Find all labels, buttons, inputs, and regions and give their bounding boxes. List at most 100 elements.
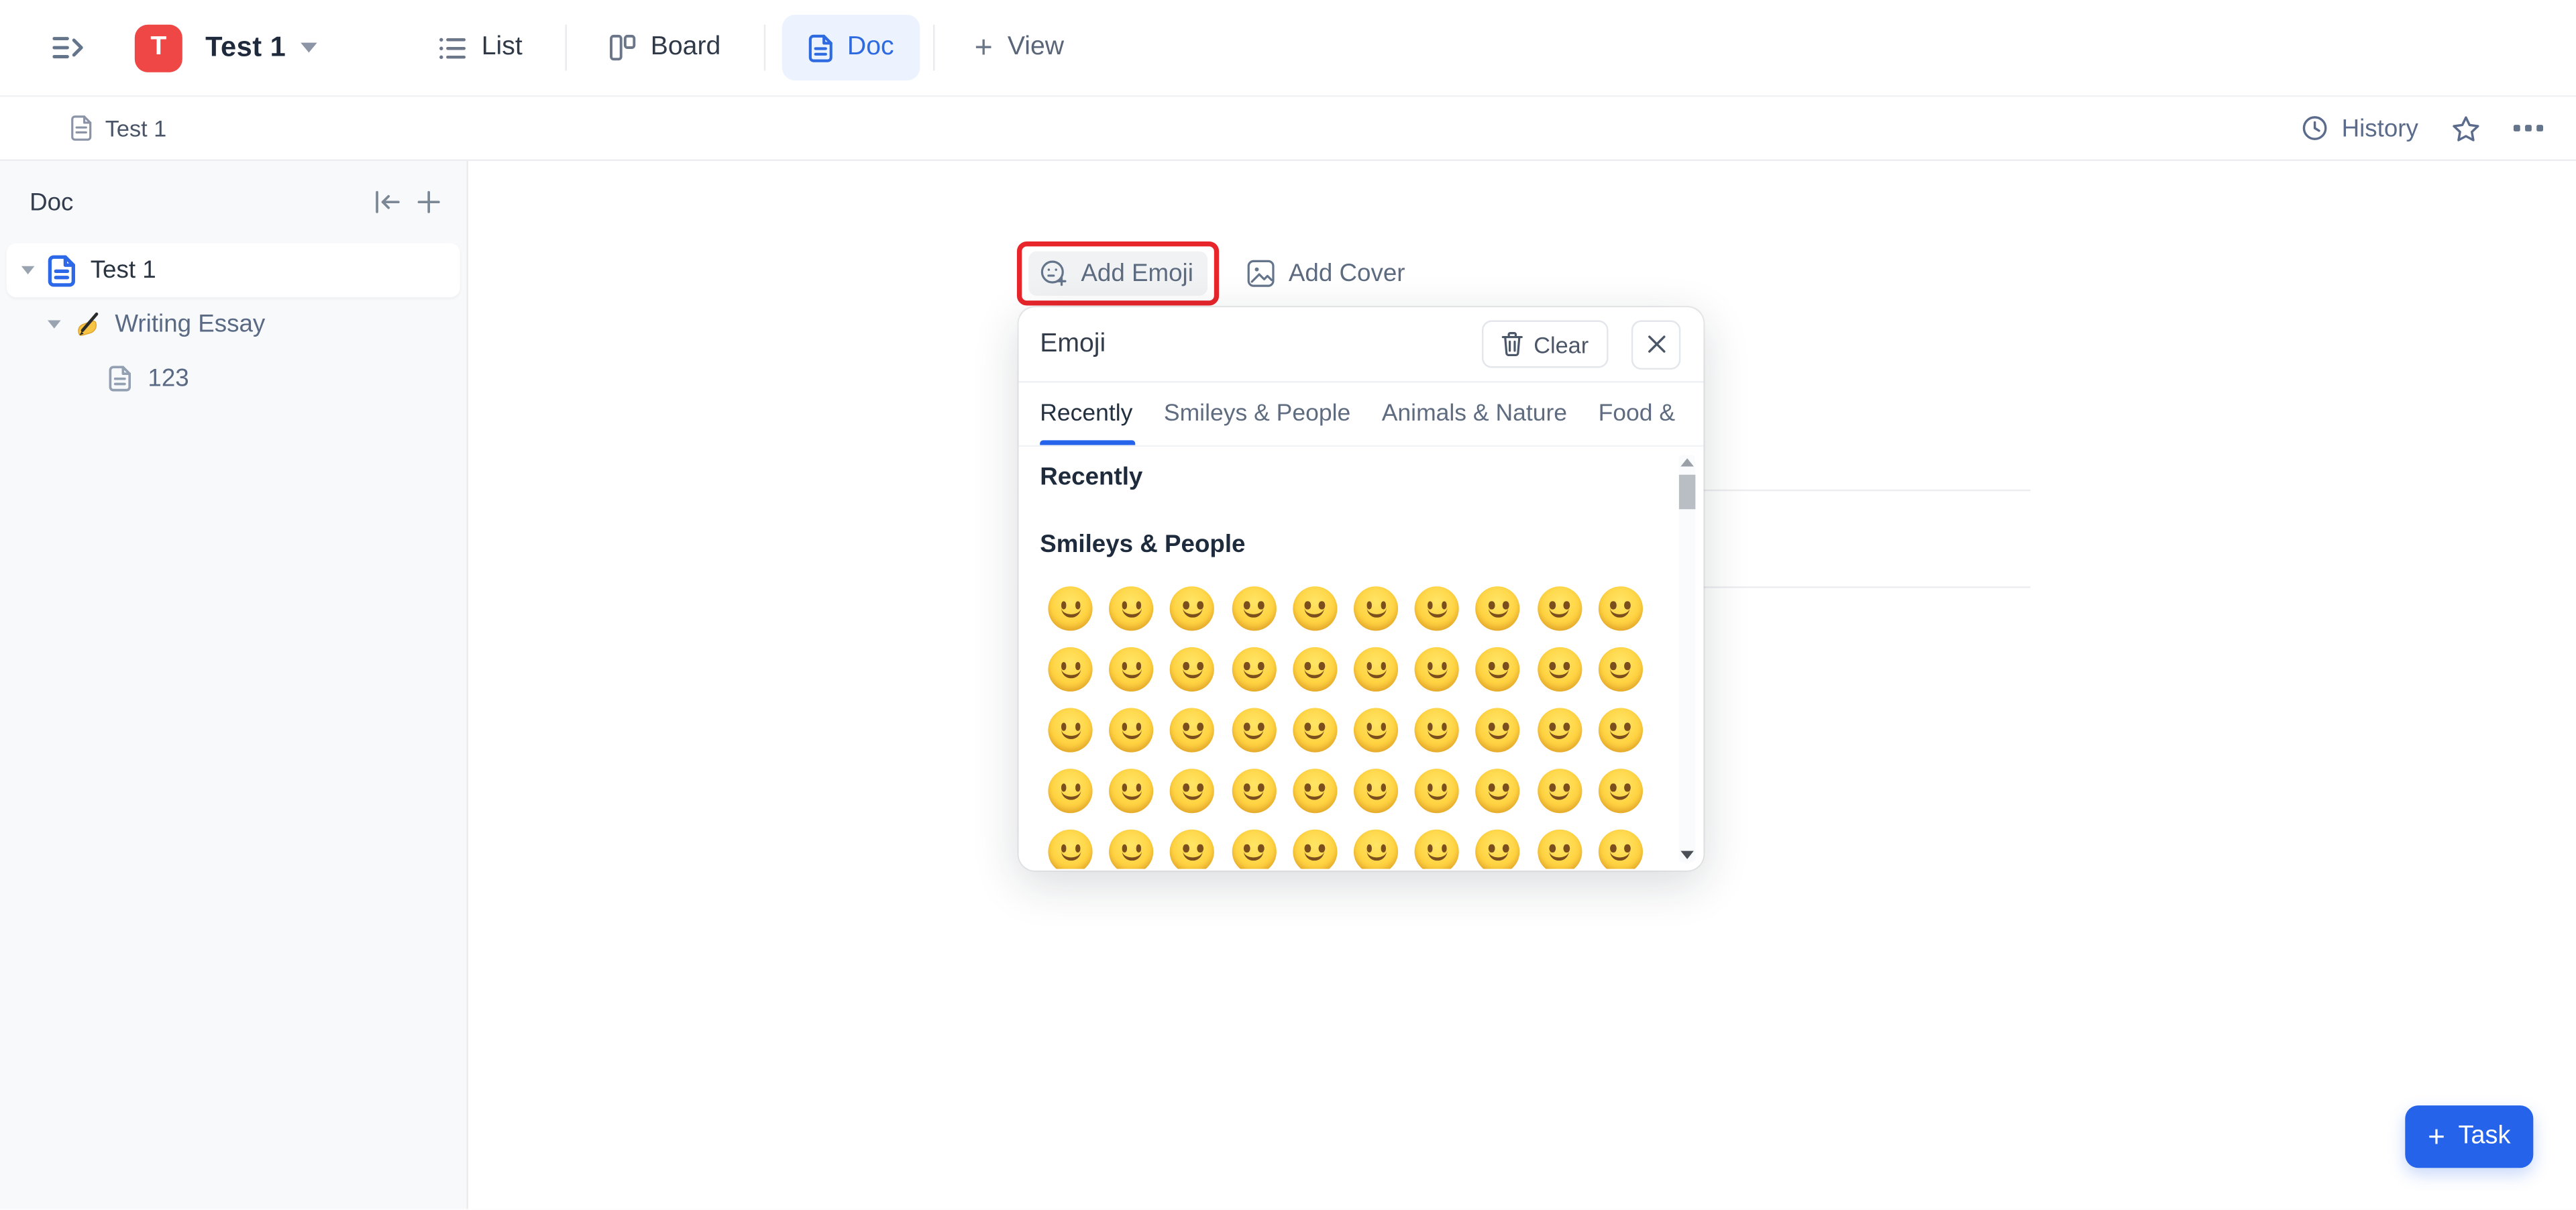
tree-item-label: 123 <box>148 365 189 393</box>
emoji-item[interactable] <box>1407 700 1468 761</box>
emoji-item[interactable] <box>1346 578 1407 639</box>
emoji-item[interactable] <box>1162 700 1223 761</box>
emoji-item[interactable] <box>1101 700 1162 761</box>
emoji-item[interactable] <box>1284 821 1345 869</box>
emoji-item[interactable] <box>1223 700 1284 761</box>
plus-icon: + <box>2428 1121 2445 1150</box>
tree-item-123[interactable]: 123 <box>7 351 460 406</box>
doc-icon <box>808 34 833 62</box>
emoji-item[interactable] <box>1590 821 1651 869</box>
emoji-item[interactable] <box>1468 700 1529 761</box>
add-view-button[interactable]: + View <box>948 32 1090 64</box>
tree-item-label: Test 1 <box>91 256 156 284</box>
tab-food[interactable]: Food & <box>1599 401 1675 427</box>
emoji-item[interactable] <box>1468 639 1529 700</box>
emoji-smiley-plus-icon <box>1040 260 1068 288</box>
emoji-item[interactable] <box>1468 821 1529 869</box>
emoji-item[interactable] <box>1101 639 1162 700</box>
scrollbar[interactable] <box>1679 455 1695 862</box>
emoji-face <box>1232 830 1276 869</box>
emoji-item[interactable] <box>1529 761 1590 822</box>
emoji-item[interactable] <box>1040 578 1101 639</box>
emoji-item[interactable] <box>1223 639 1284 700</box>
tree-item-test-1[interactable]: Test 1 <box>7 243 460 297</box>
tree-item-writing-essay[interactable]: Writing Essay <box>7 297 460 351</box>
emoji-face <box>1232 708 1276 753</box>
doc-tree: Test 1 Writing Essay <box>0 243 467 405</box>
emoji-item[interactable] <box>1590 761 1651 822</box>
chevron-down-icon[interactable] <box>48 321 61 329</box>
tab-list[interactable]: List <box>413 15 549 80</box>
emoji-item[interactable] <box>1590 578 1651 639</box>
emoji-item[interactable] <box>1529 578 1590 639</box>
emoji-item[interactable] <box>1346 821 1407 869</box>
emoji-item[interactable] <box>1040 821 1101 869</box>
add-page-icon[interactable] <box>417 190 440 213</box>
tab-doc[interactable]: Doc <box>782 15 920 80</box>
emoji-item[interactable] <box>1468 761 1529 822</box>
emoji-item[interactable] <box>1284 639 1345 700</box>
tab-smileys-people[interactable]: Smileys & People <box>1164 401 1350 427</box>
emoji-face <box>1476 647 1520 692</box>
emoji-item[interactable] <box>1284 761 1345 822</box>
emoji-item[interactable] <box>1223 761 1284 822</box>
breadcrumb[interactable]: Test 1 <box>70 115 166 141</box>
emoji-face <box>1537 647 1581 692</box>
page-decoration-row: Add Emoji Add Cover <box>1017 241 1420 306</box>
collapse-sidebar-icon[interactable] <box>374 190 400 213</box>
emoji-item[interactable] <box>1162 761 1223 822</box>
favorite-star-icon[interactable] <box>2451 114 2481 142</box>
add-task-button[interactable]: + Task <box>2405 1105 2533 1168</box>
clear-button[interactable]: Clear <box>1481 321 1609 368</box>
board-icon <box>610 34 636 60</box>
emoji-item[interactable] <box>1040 700 1101 761</box>
workspace-caret-down-icon[interactable] <box>301 43 317 53</box>
emoji-item[interactable] <box>1590 639 1651 700</box>
emoji-item[interactable] <box>1162 639 1223 700</box>
breadcrumb-title: Test 1 <box>105 115 166 141</box>
emoji-item[interactable] <box>1407 578 1468 639</box>
emoji-item[interactable] <box>1346 761 1407 822</box>
scrollbar-thumb[interactable] <box>1679 475 1695 509</box>
emoji-item[interactable] <box>1529 821 1590 869</box>
emoji-item[interactable] <box>1346 639 1407 700</box>
emoji-item[interactable] <box>1529 700 1590 761</box>
more-options-icon[interactable] <box>2514 125 2543 131</box>
emoji-item[interactable] <box>1101 761 1162 822</box>
workspace-avatar[interactable]: T <box>135 24 182 72</box>
task-button-label: Task <box>2458 1122 2510 1152</box>
emoji-item[interactable] <box>1162 578 1223 639</box>
close-icon[interactable] <box>1631 319 1680 368</box>
workspace-title[interactable]: Test 1 <box>205 32 286 64</box>
chevron-down-icon[interactable] <box>21 266 35 274</box>
plus-icon: + <box>975 32 993 64</box>
emoji-item[interactable] <box>1162 821 1223 869</box>
emoji-item[interactable] <box>1223 578 1284 639</box>
emoji-item[interactable] <box>1101 578 1162 639</box>
emoji-item[interactable] <box>1407 761 1468 822</box>
emoji-face <box>1476 708 1520 753</box>
emoji-item[interactable] <box>1468 578 1529 639</box>
tab-recently[interactable]: Recently <box>1040 401 1132 427</box>
emoji-item[interactable] <box>1346 700 1407 761</box>
emoji-item[interactable] <box>1284 700 1345 761</box>
emoji-picker-popup: Emoji Clear Recently <box>1018 307 1703 871</box>
emoji-item[interactable] <box>1040 761 1101 822</box>
emoji-item[interactable] <box>1407 821 1468 869</box>
emoji-item[interactable] <box>1284 578 1345 639</box>
sidebar-expand-icon[interactable] <box>49 28 89 68</box>
history-button[interactable]: History <box>2302 114 2418 142</box>
emoji-item[interactable] <box>1529 639 1590 700</box>
add-cover-button[interactable]: Add Cover <box>1233 252 1420 296</box>
scroll-down-icon[interactable] <box>1680 851 1694 859</box>
add-emoji-button[interactable]: Add Emoji <box>1028 252 1208 296</box>
scroll-up-icon[interactable] <box>1680 458 1694 466</box>
emoji-item[interactable] <box>1590 700 1651 761</box>
emoji-item[interactable] <box>1407 639 1468 700</box>
emoji-item[interactable] <box>1101 821 1162 869</box>
top-bar: T Test 1 List Board <box>0 0 2576 97</box>
emoji-item[interactable] <box>1040 639 1101 700</box>
emoji-item[interactable] <box>1223 821 1284 869</box>
tab-animals-nature[interactable]: Animals & Nature <box>1382 401 1567 427</box>
tab-board[interactable]: Board <box>583 15 747 80</box>
